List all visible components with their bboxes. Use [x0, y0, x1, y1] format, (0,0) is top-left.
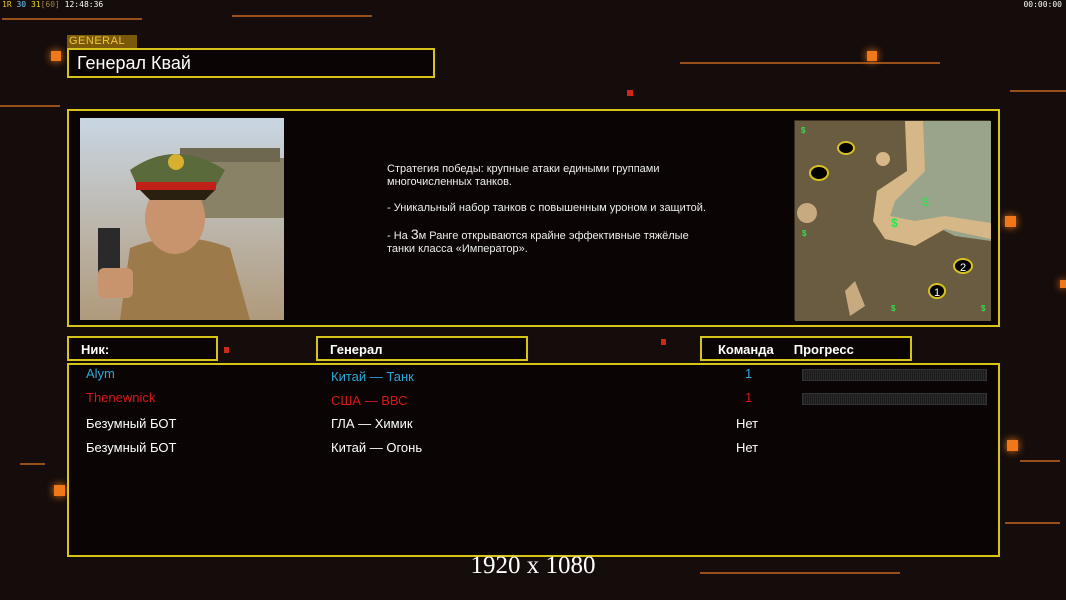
header-nick: Ник:: [67, 336, 218, 361]
rank-text-post: м Ранге открываются крайне эффективные т…: [387, 230, 689, 255]
supply-icon: $: [891, 216, 898, 230]
deco-square: [1005, 216, 1016, 227]
minimap[interactable]: 2 1 $ $ $ $ $ $: [794, 120, 991, 321]
description-rank: - На 3м Ранге открываются крайне эффекти…: [387, 226, 707, 256]
stat-fps: 1R: [2, 0, 12, 9]
header-progress: Прогресс: [793, 342, 854, 357]
supply-icon: $: [891, 304, 896, 313]
stat-c: [60]: [40, 0, 60, 9]
player-general: ГЛА — Химик: [331, 416, 413, 431]
deco-square: [1007, 440, 1018, 451]
player-general: США — ВВС: [331, 393, 408, 408]
deco-square: [1060, 280, 1066, 288]
deco-square: [867, 51, 877, 61]
deco-line: [232, 15, 372, 17]
start-position-2: 2: [960, 262, 966, 274]
deco-line: [2, 18, 142, 20]
player-row: Безумный БОТ ГЛА — Химик Нет: [69, 416, 998, 436]
player-nick: Безумный БОТ: [86, 416, 177, 431]
deco-line: [0, 105, 60, 107]
deco-square: [224, 347, 229, 353]
player-general: Китай — Танк: [331, 369, 414, 384]
progress-bar: [802, 369, 987, 381]
clock-time: 12:48:36: [64, 0, 104, 9]
progress-bar: [802, 393, 987, 405]
player-row: Thenewnick США — ВВС 1: [69, 390, 998, 410]
description-tanks: - Уникальный набор танков с повышенным у…: [387, 202, 706, 214]
rank-text-pre: - На: [387, 230, 411, 242]
player-row: Безумный БОТ Китай — Огонь Нет: [69, 440, 998, 460]
general-title: Генерал Квай: [67, 48, 435, 78]
resolution-label: 1920 x 1080: [470, 552, 596, 579]
player-row: Alym Китай — Танк 1: [69, 366, 998, 386]
start-position-1: 1: [934, 287, 940, 299]
header-team-progress: Команда Прогресс: [700, 336, 912, 361]
player-team: Нет: [736, 416, 759, 431]
header-team: Команда: [718, 342, 774, 357]
supply-icon: $: [922, 195, 929, 209]
stat-a: 30: [16, 0, 27, 9]
player-nick: Alym: [86, 366, 115, 381]
player-team: Нет: [736, 440, 759, 455]
supply-icon: $: [981, 304, 986, 313]
deco-square: [661, 339, 666, 345]
general-tag: GENERAL: [67, 35, 137, 48]
rank-number: 3: [410, 226, 419, 242]
player-nick: Безумный БОТ: [86, 440, 177, 455]
general-portrait: [80, 118, 284, 320]
deco-square: [51, 51, 61, 61]
performance-stats: 1R 30 31[60] 12:48:36: [2, 0, 103, 9]
supply-icon: $: [801, 126, 806, 135]
deco-square: [627, 90, 633, 96]
deco-line: [20, 463, 45, 465]
stat-b: 31: [30, 0, 41, 9]
header-general: Генерал: [316, 336, 528, 361]
game-timer: 00:00:00: [1023, 0, 1062, 9]
deco-line: [1010, 90, 1066, 92]
description-strategy: Стратегия победы: крупные атаки едиными …: [387, 163, 660, 188]
player-team: 1: [745, 390, 753, 405]
player-nick: Thenewnick: [86, 390, 156, 405]
player-general: Китай — Огонь: [331, 440, 423, 455]
supply-icon: $: [802, 229, 807, 238]
players-panel: Alym Китай — Танк 1 Thenewnick США — ВВС 1 Б…: [67, 363, 1000, 557]
deco-line: [1020, 460, 1060, 462]
general-description: Стратегия победы: крупные атаки едиными …: [387, 163, 707, 269]
player-team: 1: [745, 366, 753, 381]
deco-line: [680, 62, 940, 64]
deco-line: [1005, 522, 1060, 524]
deco-square: [54, 485, 65, 496]
